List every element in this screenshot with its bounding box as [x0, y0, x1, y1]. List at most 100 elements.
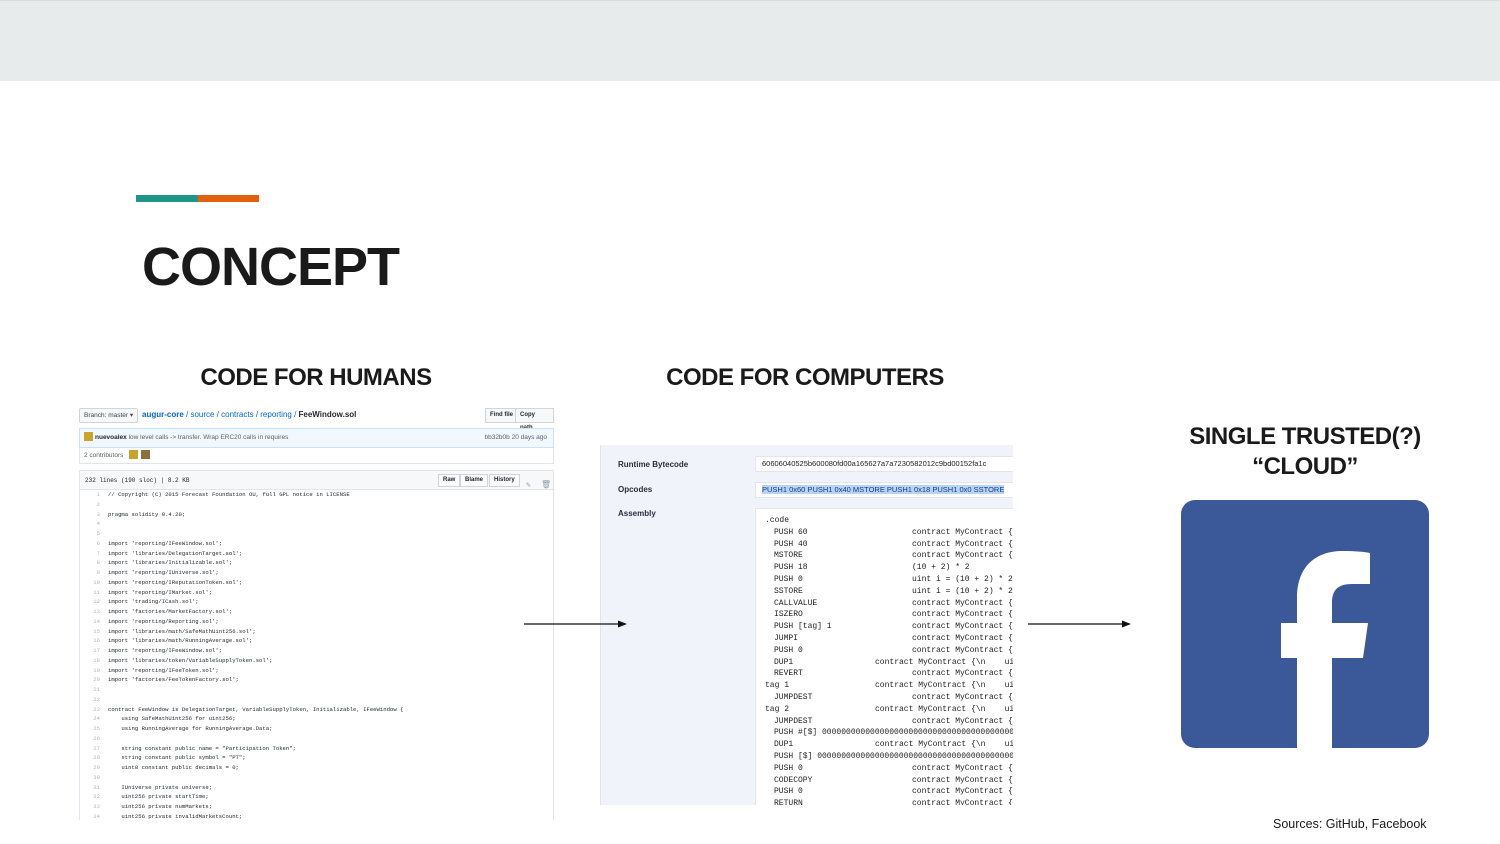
line-number[interactable]: 2 [80, 500, 100, 510]
assembly-opcode: PUSH 40 [774, 539, 808, 549]
line-number[interactable]: 14 [80, 617, 100, 627]
line-number[interactable]: 18 [80, 656, 100, 666]
line-number[interactable]: 30 [80, 773, 100, 783]
line-number[interactable]: 16 [80, 636, 100, 646]
facebook-f-icon [1281, 551, 1370, 748]
assembly-line: SSTORE uint i = (10 + 2) * 2 [765, 586, 1013, 598]
line-text: using RunningAverage for RunningAverage.… [108, 725, 273, 732]
assembly-field[interactable]: .code PUSH 60 contract MyContract {\ PUSH 4… [755, 508, 1013, 805]
line-number[interactable]: 5 [80, 529, 100, 539]
line-number[interactable]: 3 [80, 510, 100, 520]
path-link[interactable]: / source / contracts / reporting / [184, 410, 299, 419]
line-number[interactable]: 8 [80, 558, 100, 568]
line-text: import 'factories/MarketFactory.sol'; [108, 608, 233, 615]
contributors-count[interactable]: 2 contributors [84, 452, 123, 459]
file-stats: 232 lines (190 sloc) | 8.2 KB [85, 477, 190, 484]
code-line: 1 // Copyright (C) 2015 Forecast Foundati… [80, 490, 553, 500]
copy-path-button[interactable]: Copy path [515, 408, 554, 431]
code-line: 7 import 'libraries/DelegationTarget.sol'… [80, 549, 553, 559]
avatar [84, 432, 93, 441]
heading-cloud-line1: SINGLE TRUSTED(?) [1189, 423, 1421, 450]
raw-button[interactable]: Raw [438, 474, 461, 487]
line-number[interactable]: 34 [80, 812, 100, 820]
history-button[interactable]: History [489, 474, 520, 487]
line-text: uint256 private numMarkets; [108, 803, 213, 810]
line-number[interactable]: 31 [80, 783, 100, 793]
slide-title: CONCEPT [142, 237, 400, 297]
assembly-source-ref: contract MyContract {\ [912, 645, 1013, 655]
assembly-line: PUSH [$] 0000000000000000000000000000000… [765, 751, 1013, 763]
assembly-line: CALLVALUE contract MyContract {\ [765, 598, 1013, 610]
opcodes-field[interactable]: PUSH1 0x60 PUSH1 0x40 MSTORE PUSH1 0x18 … [755, 482, 1013, 498]
line-number[interactable]: 20 [80, 675, 100, 685]
line-number[interactable]: 27 [80, 744, 100, 754]
assembly-opcode: DUP1 [774, 657, 794, 667]
line-number[interactable]: 6 [80, 539, 100, 549]
file-name: FeeWindow.sol [298, 410, 357, 419]
line-text: // Copyright (C) 2015 Forecast Foundatio… [108, 491, 350, 498]
line-number[interactable]: 32 [80, 792, 100, 802]
code-line: 9 import 'reporting/IUniverse.sol'; [80, 568, 553, 578]
line-number[interactable]: 26 [80, 734, 100, 744]
line-text: using SafeMathUint256 for uint256; [108, 715, 236, 723]
code-line: 3 pragma solidity 0.4.20; [80, 510, 553, 520]
line-number[interactable]: 10 [80, 578, 100, 588]
line-number[interactable]: 23 [80, 705, 100, 715]
line-text: string constant public name = "Participa… [108, 744, 296, 752]
assembly-source-ref: contract MyContract {\n uin [875, 704, 1013, 714]
commit-author[interactable]: nuevoalex [95, 434, 127, 441]
branch-selector[interactable]: Branch: master ▾ [79, 408, 139, 423]
heading-code-for-computers: CODE FOR COMPUTERS [666, 364, 944, 391]
assembly-line: PUSH 18 (10 + 2) * 2 [765, 562, 1013, 574]
assembly-opcode: SSTORE [774, 586, 803, 596]
code-line: 21 [80, 685, 553, 695]
find-file-button[interactable]: Find file [485, 408, 518, 423]
line-number[interactable]: 1 [80, 490, 100, 500]
github-file-nav: Branch: master ▾ augur-core / source / c… [79, 408, 554, 431]
assembly-source-ref: contract MyContract {\ [912, 787, 1013, 797]
line-number[interactable]: 15 [80, 627, 100, 637]
line-number[interactable]: 19 [80, 666, 100, 676]
line-number[interactable]: 22 [80, 695, 100, 705]
repo-link[interactable]: augur-core [142, 410, 184, 419]
line-number[interactable]: 28 [80, 753, 100, 763]
blame-button[interactable]: Blame [460, 474, 489, 487]
line-number[interactable]: 4 [80, 519, 100, 529]
line-number[interactable]: 29 [80, 763, 100, 773]
line-text: uint256 private startTime; [108, 793, 209, 801]
line-number[interactable]: 33 [80, 802, 100, 812]
assembly-line: ISZERO contract MyContract {\ [765, 609, 1013, 621]
assembly-opcode: JUMPDEST [774, 716, 813, 726]
commit-meta[interactable]: bb32b0b 20 days ago [484, 429, 547, 447]
code-line: 31 IUniverse private universe; [80, 783, 553, 793]
line-text: import 'reporting/IFeeWindow.sol'; [108, 647, 223, 654]
line-number[interactable]: 25 [80, 724, 100, 734]
line-number[interactable]: 17 [80, 646, 100, 656]
line-number[interactable]: 11 [80, 588, 100, 598]
code-line: 33 uint256 private numMarkets; [80, 802, 553, 812]
line-number[interactable]: 13 [80, 607, 100, 617]
github-source-panel: Branch: master ▾ augur-core / source / c… [79, 406, 554, 820]
line-text: pragma solidity 0.4.20; [108, 510, 186, 518]
commit-message[interactable]: low level calls -> transfer. Wrap ERC20 … [129, 434, 289, 441]
assembly-opcode: .code [765, 516, 790, 525]
assembly-line: PUSH 0 uint i = (10 + 2) * 2 [765, 574, 1013, 586]
line-number[interactable]: 24 [80, 714, 100, 724]
line-text: import 'reporting/IFeeToken.sol'; [108, 666, 219, 674]
assembly-line: DUP1 contract MyContract {\n uin [765, 739, 1013, 751]
line-text: import 'libraries/math/SafeMathUint256.s… [108, 627, 256, 635]
line-number[interactable]: 21 [80, 685, 100, 695]
line-text: uint8 constant public decimals = 0; [108, 764, 239, 771]
line-number[interactable]: 12 [80, 597, 100, 607]
line-number[interactable]: 9 [80, 568, 100, 578]
runtime-bytecode-field[interactable]: 60606040525b600080fd00a165627a7a72305820… [755, 456, 1013, 472]
code-line: 16 import 'libraries/math/RunningAverage.… [80, 636, 553, 646]
assembly-source-ref: contract MyContract {\n uin [875, 681, 1013, 691]
code-line: 13 import 'factories/MarketFactory.sol'; [80, 607, 553, 617]
line-number[interactable]: 7 [80, 549, 100, 559]
code-line: 20 import 'factories/FeeTokenFactory.sol'… [80, 675, 553, 685]
code-line: 5 [80, 529, 553, 539]
line-text: string constant public symbol = "PT"; [108, 754, 246, 762]
runtime-bytecode-label: Runtime Bytecode [618, 460, 689, 469]
assembly-opcode: PUSH 0 [774, 787, 803, 797]
